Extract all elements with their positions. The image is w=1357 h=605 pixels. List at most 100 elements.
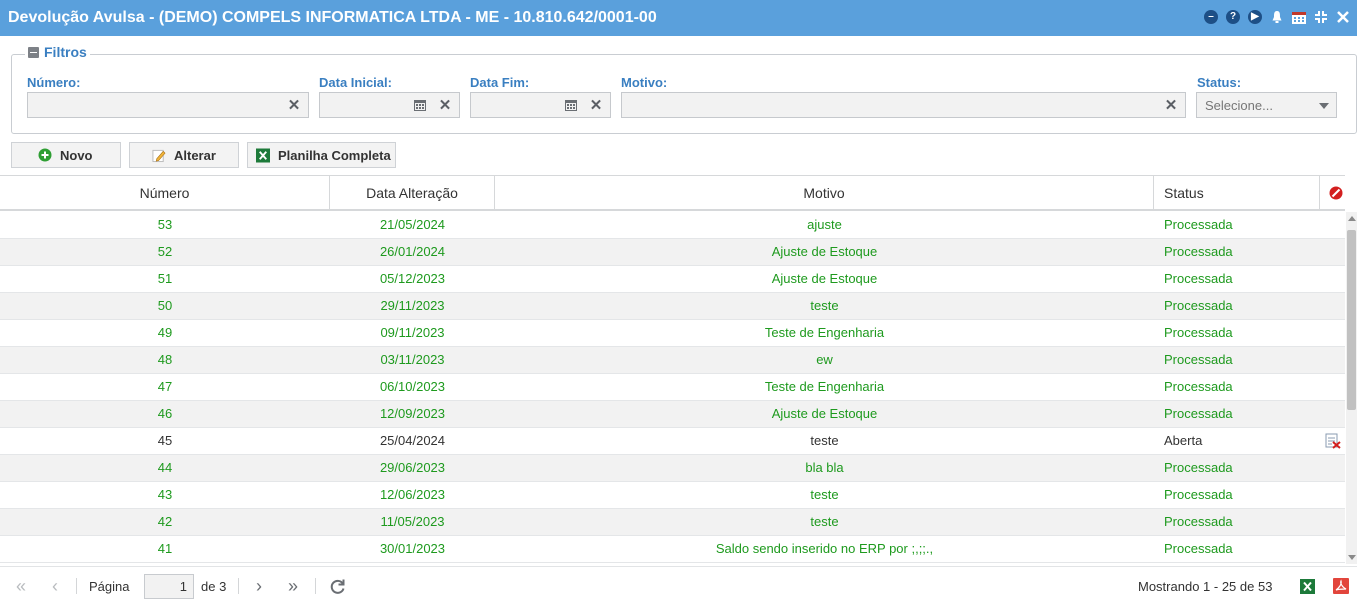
cell-motivo: Saldo sendo inserido no ERP por ;,;;., — [715, 541, 934, 556]
cell-motivo: ajuste — [807, 217, 842, 232]
table-row[interactable]: 48 03/11/2023 ew Processada — [0, 347, 1345, 374]
table-row[interactable]: 53 21/05/2024 ajuste Processada — [0, 212, 1345, 239]
cell-motivo: Teste de Engenharia — [764, 379, 885, 394]
cell-numero: 52 — [157, 244, 173, 259]
table-row[interactable]: 49 09/11/2023 Teste de Engenharia Proces… — [0, 320, 1345, 347]
data-inicial-input[interactable]: ✕ — [319, 92, 460, 118]
column-header-status[interactable]: Status — [1154, 176, 1320, 210]
clear-icon[interactable]: ✕ — [1163, 96, 1179, 114]
pager-separator — [238, 578, 239, 594]
column-header-motivo[interactable]: Motivo — [495, 176, 1154, 210]
cell-motivo: Teste de Engenharia — [764, 325, 885, 340]
table-row[interactable]: 42 11/05/2023 teste Processada — [0, 509, 1345, 536]
alterar-button[interactable]: Alterar — [129, 142, 239, 168]
pagination-bar: « ‹ Página 1 de 3 › » Mostrando 1 - 25 d… — [0, 566, 1357, 605]
page-count-label: de 3 — [201, 579, 227, 594]
cell-data: 12/06/2023 — [379, 487, 446, 502]
numero-input[interactable]: ✕ — [27, 92, 309, 118]
cell-motivo: ew — [816, 352, 833, 367]
clear-icon[interactable]: ✕ — [437, 96, 453, 114]
table-row[interactable]: 50 29/11/2023 teste Processada — [0, 293, 1345, 320]
table-row[interactable]: 43 12/06/2023 teste Processada — [0, 482, 1345, 509]
column-header-numero[interactable]: Número — [0, 176, 330, 210]
window-titlebar: Devolução Avulsa - (DEMO) COMPELS INFORM… — [0, 0, 1357, 36]
status-select-value: Selecione... — [1205, 98, 1273, 113]
cell-numero: 41 — [157, 541, 173, 556]
refresh-icon[interactable] — [328, 577, 346, 595]
excel-icon — [256, 148, 270, 162]
scroll-up-icon[interactable] — [1348, 216, 1356, 221]
cell-data: 12/09/2023 — [379, 406, 446, 421]
cancel-icon[interactable] — [1329, 186, 1343, 200]
last-page-icon[interactable]: » — [284, 576, 302, 596]
table-row[interactable]: 41 30/01/2023 Saldo sendo inserido no ER… — [0, 536, 1345, 563]
cell-motivo: Ajuste de Estoque — [771, 406, 878, 421]
cell-status: Processada — [1164, 271, 1233, 286]
cell-motivo: teste — [810, 433, 839, 448]
collapse-minus-icon[interactable] — [28, 46, 39, 58]
export-pdf-icon[interactable] — [1332, 577, 1350, 595]
cell-motivo: Ajuste de Estoque — [771, 271, 878, 286]
cancel-document-icon[interactable] — [1325, 433, 1341, 449]
cell-status: Processada — [1164, 514, 1233, 529]
filters-legend[interactable]: Filtros — [25, 44, 90, 60]
help-icon[interactable]: ? — [1225, 9, 1241, 25]
previous-page-icon[interactable]: ‹ — [46, 576, 64, 596]
planilha-label: Planilha Completa — [278, 147, 391, 163]
status-select[interactable]: Selecione... — [1196, 92, 1337, 118]
table-row[interactable]: 52 26/01/2024 Ajuste de Estoque Processa… — [0, 239, 1345, 266]
scroll-down-icon[interactable] — [1348, 555, 1356, 560]
table-row[interactable]: 44 29/06/2023 bla bla Processada — [0, 455, 1345, 482]
table-row[interactable]: 46 12/09/2023 Ajuste de Estoque Processa… — [0, 401, 1345, 428]
calendar-icon[interactable] — [1291, 9, 1307, 25]
cell-numero: 47 — [157, 379, 173, 394]
cell-data: 05/12/2023 — [379, 271, 446, 286]
chevron-down-icon[interactable] — [1319, 103, 1329, 109]
cell-motivo: bla bla — [805, 460, 844, 475]
planilha-completa-button[interactable]: Planilha Completa — [247, 142, 396, 168]
export-excel-icon[interactable] — [1298, 577, 1316, 595]
close-icon[interactable] — [1335, 9, 1351, 25]
cell-status: Processada — [1164, 406, 1233, 421]
cell-data: 03/11/2023 — [380, 352, 445, 367]
novo-label: Novo — [60, 147, 93, 163]
cell-motivo: Ajuste de Estoque — [771, 244, 878, 259]
cell-status: Processada — [1164, 460, 1233, 475]
next-page-icon[interactable]: › — [250, 576, 268, 596]
data-inicial-label: Data Inicial: — [319, 75, 392, 90]
column-header-data-alteracao[interactable]: Data Alteração — [330, 176, 495, 210]
cell-data: 09/11/2023 — [380, 325, 445, 340]
numero-label: Número: — [27, 75, 81, 90]
filters-legend-label: Filtros — [44, 44, 87, 60]
clear-icon[interactable]: ✕ — [286, 96, 302, 114]
minimize-icon[interactable]: – — [1203, 9, 1219, 25]
cell-status: Processada — [1164, 244, 1233, 259]
novo-button[interactable]: Novo — [11, 142, 121, 168]
cell-numero: 43 — [157, 487, 173, 502]
motivo-input[interactable]: ✕ — [621, 92, 1186, 118]
first-page-icon[interactable]: « — [12, 576, 30, 596]
calendar-picker-icon[interactable] — [564, 98, 578, 112]
table-row[interactable]: 47 06/10/2023 Teste de Engenharia Proces… — [0, 374, 1345, 401]
data-fim-input[interactable]: ✕ — [470, 92, 611, 118]
bell-icon[interactable] — [1269, 9, 1285, 25]
play-icon[interactable]: ▶ — [1247, 9, 1263, 25]
window-title: Devolução Avulsa - (DEMO) COMPELS INFORM… — [8, 9, 657, 26]
page-number-input[interactable]: 1 — [144, 574, 194, 599]
cell-motivo: teste — [810, 487, 839, 502]
vertical-scrollbar[interactable] — [1346, 212, 1357, 564]
cell-data: 06/10/2023 — [379, 379, 446, 394]
calendar-picker-icon[interactable] — [413, 98, 427, 112]
table-row[interactable]: 45 25/04/2024 teste Aberta — [0, 428, 1345, 455]
cell-status: Processada — [1164, 298, 1233, 313]
clear-icon[interactable]: ✕ — [588, 96, 604, 114]
cell-numero: 44 — [157, 460, 173, 475]
collapse-icon[interactable] — [1313, 9, 1329, 25]
alterar-label: Alterar — [174, 147, 216, 163]
table-row[interactable]: 51 05/12/2023 Ajuste de Estoque Processa… — [0, 266, 1345, 293]
cell-status: Processada — [1164, 487, 1233, 502]
grid-body: 53 21/05/2024 ajuste Processada 52 26/01… — [0, 212, 1345, 564]
scrollbar-thumb[interactable] — [1347, 230, 1356, 410]
cell-status: Processada — [1164, 541, 1233, 556]
cell-status: Aberta — [1164, 433, 1203, 448]
